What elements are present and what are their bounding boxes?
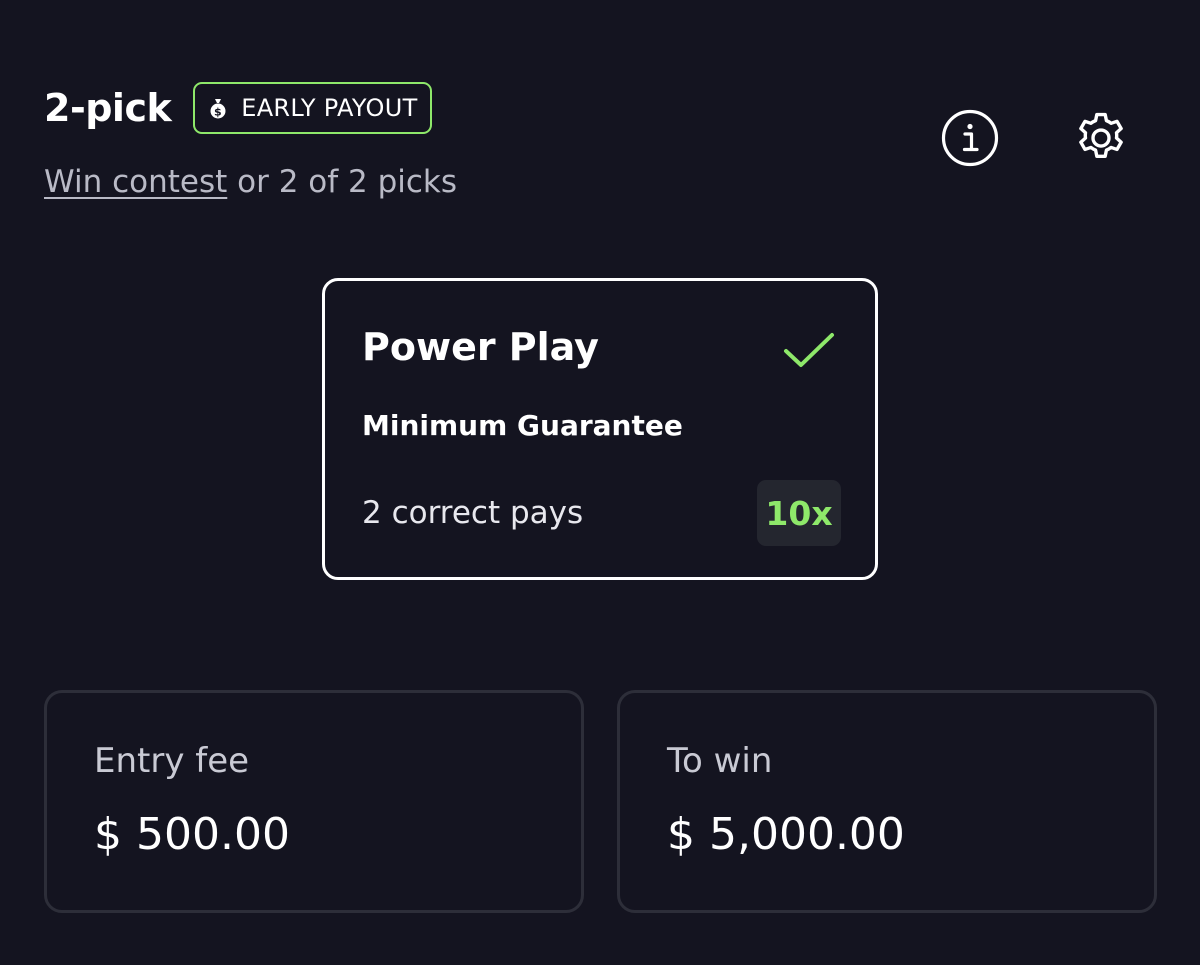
checkmark-icon: [784, 333, 834, 367]
power-play-option[interactable]: Power Play Minimum Guarantee 2 correct p…: [322, 278, 878, 580]
win-condition-text: or 2 of 2 picks: [237, 164, 458, 200]
svg-text:$: $: [214, 106, 222, 119]
to-win-value: $ 5,000.00: [667, 809, 905, 860]
minimum-guarantee-label: Minimum Guarantee: [362, 409, 683, 442]
lineup-header: 2-pick $ EARLY PAYOUT: [44, 82, 432, 134]
to-win-label: To win: [667, 741, 773, 781]
early-payout-badge[interactable]: $ EARLY PAYOUT: [193, 82, 432, 134]
payout-multiplier: 10x: [757, 480, 841, 546]
payout-row-label: 2 correct pays: [362, 495, 584, 531]
entry-fee-field[interactable]: Entry fee $ 500.00: [44, 690, 584, 913]
money-bag-icon: $: [209, 97, 227, 119]
to-win-field: To win $ 5,000.00: [617, 690, 1157, 913]
gear-icon: [1079, 112, 1123, 158]
early-payout-label: EARLY PAYOUT: [241, 94, 418, 122]
entry-fee-label: Entry fee: [94, 741, 250, 781]
win-contest-link[interactable]: Win contest: [44, 164, 227, 200]
info-button[interactable]: [940, 108, 1000, 168]
pick-count-title: 2-pick: [44, 86, 172, 130]
entry-fee-value: $ 500.00: [94, 809, 290, 860]
power-play-title: Power Play: [362, 325, 599, 369]
info-icon: [941, 109, 999, 167]
win-condition: Win contest or 2 of 2 picks: [44, 164, 457, 200]
settings-button[interactable]: [1071, 108, 1131, 168]
